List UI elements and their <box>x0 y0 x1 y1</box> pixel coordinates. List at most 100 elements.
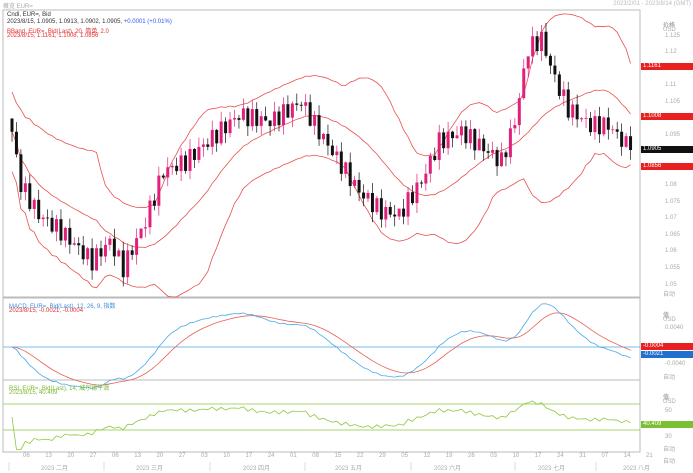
candle <box>108 238 112 245</box>
last-price-tag: 1.0905 <box>641 146 693 153</box>
candle <box>468 129 472 144</box>
macd-legend-values: 2023/8/15, -0.0021, -0.0004 <box>9 308 84 314</box>
signal-tag: -0.0004 <box>641 343 693 350</box>
candle <box>517 98 521 126</box>
candle <box>201 144 205 147</box>
candle <box>161 175 165 178</box>
date-tick: 07 <box>601 453 609 459</box>
candle <box>491 149 495 153</box>
candle <box>397 208 401 217</box>
bband-legend-values: 2023/8/15, 1.1161, 1.1008, 1.0856 <box>7 33 99 39</box>
bband-lower-line <box>11 152 631 298</box>
candle <box>620 131 624 147</box>
candle <box>580 118 584 120</box>
date-tick: 22 <box>356 453 364 459</box>
candle <box>188 149 192 171</box>
candle <box>353 179 357 187</box>
candle <box>184 155 188 171</box>
candle <box>375 198 379 213</box>
candle <box>281 104 285 126</box>
date-tick: 01 <box>290 453 297 459</box>
date-axis-mode[interactable]: 自动 <box>663 456 675 465</box>
macd-axis-unit: USD <box>663 317 676 323</box>
candle <box>419 182 423 184</box>
candle <box>175 165 179 172</box>
candle-values: 2023/8/15, 1.0905, 1.0913, 1.0902, 1.090… <box>7 19 123 25</box>
candle <box>210 129 214 147</box>
candle <box>10 118 14 132</box>
candle <box>63 227 67 241</box>
candle <box>322 133 325 140</box>
candle <box>388 206 392 215</box>
candle <box>68 227 72 245</box>
candle <box>531 36 535 57</box>
price-tick: 1.055 <box>665 264 681 271</box>
bband-mid-tag: 1.1008 <box>641 113 693 120</box>
date-tick: 14 <box>623 453 631 459</box>
date-tick: 13 <box>45 453 52 459</box>
candle <box>330 145 334 156</box>
macd-tick: -0.0040 <box>665 361 686 367</box>
candle <box>121 250 125 278</box>
price-tick: 1.065 <box>665 231 681 238</box>
candle <box>268 120 272 127</box>
date-tick: 24 <box>267 453 275 459</box>
candle <box>228 119 232 134</box>
candle <box>77 243 81 246</box>
candle <box>46 217 50 219</box>
candle <box>522 68 526 99</box>
candle <box>41 217 45 220</box>
candle <box>629 136 633 150</box>
candle-legend-values: 2023/8/15, 1.0905, 1.0913, 1.0902, 1.090… <box>7 19 172 25</box>
bband-upper-tag: 1.1161 <box>641 63 693 70</box>
candle <box>286 104 290 118</box>
candle <box>495 149 499 167</box>
date-tick: 21 <box>646 453 653 459</box>
candle <box>81 245 85 260</box>
candle <box>166 167 170 178</box>
month-label: 2023 八月 <box>623 466 651 472</box>
candle <box>455 135 459 139</box>
candle <box>424 173 428 184</box>
rsi-axis-mode[interactable]: 自动 <box>663 444 675 453</box>
rsi-tick: 50 <box>665 408 672 414</box>
candle <box>148 200 152 228</box>
price-panel <box>2 9 641 298</box>
date-tick: 06 <box>112 453 119 459</box>
candle <box>428 155 432 174</box>
candle <box>250 109 254 127</box>
macd-line <box>11 303 631 390</box>
date-tick: 03 <box>201 453 208 459</box>
candle <box>32 199 36 209</box>
candle <box>126 250 130 278</box>
price-axis-mode[interactable]: 自动 <box>663 289 675 298</box>
price-tick: 1.125 <box>665 32 681 39</box>
candle <box>241 108 245 120</box>
macd-axis-mode[interactable]: 自动 <box>663 372 675 381</box>
candle <box>117 250 121 257</box>
candle <box>606 117 610 130</box>
price-tick: 1.105 <box>665 98 681 105</box>
candle <box>233 118 236 120</box>
candle <box>402 208 406 217</box>
candle <box>451 131 455 139</box>
candle <box>482 138 486 152</box>
candle <box>615 129 619 132</box>
price-tick: 1.05 <box>665 281 677 288</box>
candle <box>535 36 539 52</box>
candle <box>393 214 397 217</box>
candle <box>273 111 277 127</box>
candle <box>304 102 308 106</box>
candle <box>139 228 143 239</box>
chart-canvas[interactable] <box>0 0 693 473</box>
date-tick: 17 <box>534 453 542 459</box>
price-tick: 1.12 <box>665 49 677 56</box>
candle <box>23 183 27 193</box>
candle <box>557 74 561 96</box>
candle <box>224 121 228 134</box>
candle <box>277 111 281 126</box>
candle <box>99 248 103 257</box>
macd-tick: 0.0040 <box>665 325 684 331</box>
candle <box>473 129 477 151</box>
candle <box>14 131 18 155</box>
